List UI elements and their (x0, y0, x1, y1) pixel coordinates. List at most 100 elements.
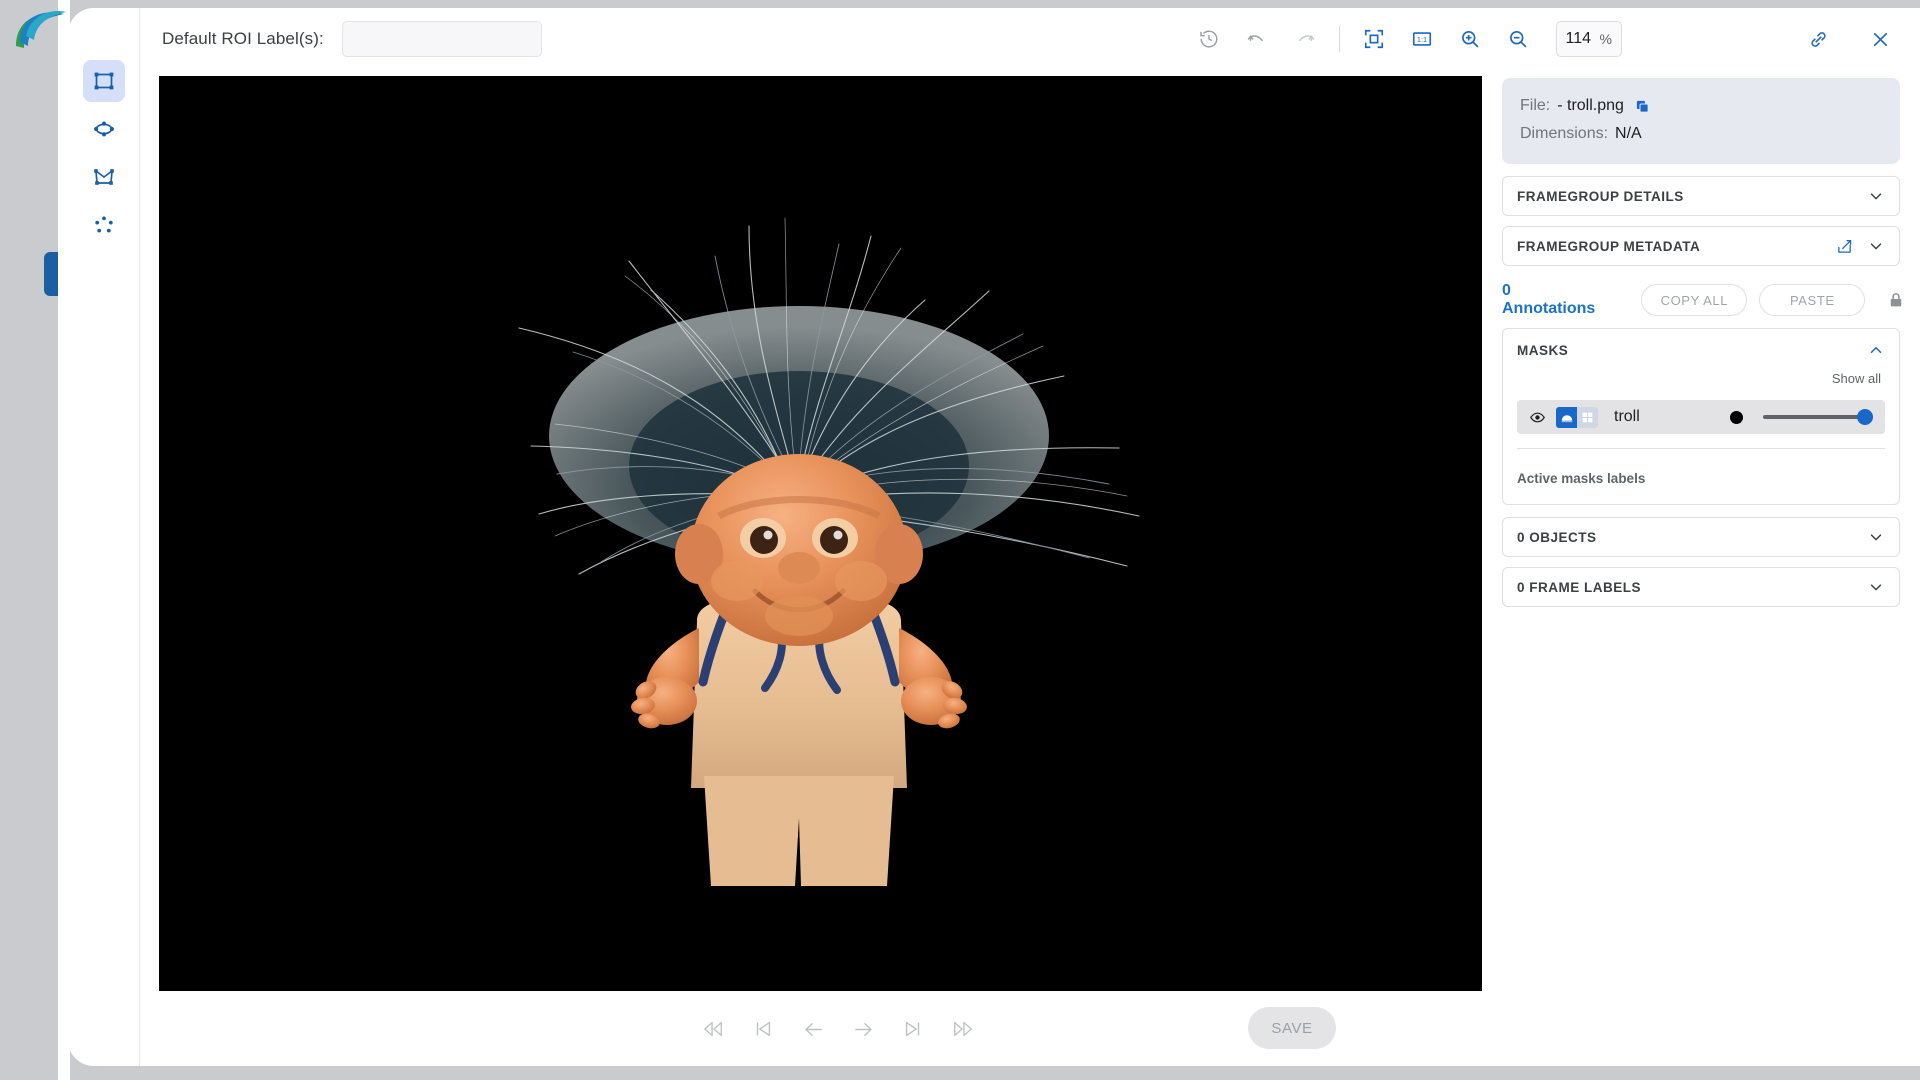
undo-button[interactable] (1239, 21, 1275, 57)
mask-name: troll (1614, 408, 1640, 425)
fit-to-screen-button[interactable] (1356, 21, 1392, 57)
polygon-icon (92, 165, 116, 189)
polygon-tool[interactable] (83, 156, 125, 198)
redo-icon (1294, 28, 1316, 50)
copy-link-button[interactable] (1800, 21, 1836, 57)
mask-visibility-eye-icon[interactable] (1529, 409, 1546, 426)
accordion-title: 0 OBJECTS (1517, 529, 1597, 545)
accordion-frame-labels[interactable]: 0 FRAME LABELS (1502, 567, 1900, 607)
troll-doll-image (159, 76, 1493, 991)
annotations-count: 0 Annotations (1502, 282, 1596, 317)
link-icon (1808, 29, 1829, 50)
keypoints-icon (92, 213, 116, 237)
mask-color-swatch[interactable] (1730, 410, 1743, 424)
file-label: File: (1520, 97, 1551, 114)
close-icon (1870, 29, 1891, 50)
mask-opacity-slider[interactable] (1763, 409, 1873, 425)
mask-row[interactable]: troll (1517, 400, 1885, 434)
accordion-objects[interactable]: 0 OBJECTS (1502, 517, 1900, 557)
dimensions-label: Dimensions: (1520, 125, 1609, 142)
copy-icon[interactable] (1635, 99, 1650, 114)
zoom-percent-sign: % (1599, 31, 1612, 47)
one-to-one-icon: 1:1 (1411, 28, 1433, 50)
skip-to-end-icon (902, 1018, 924, 1040)
zoom-level-input[interactable] (1557, 30, 1600, 48)
chevron-up-icon (1867, 341, 1885, 359)
window-actions (1794, 8, 1904, 70)
annotation-editor-modal: Default ROI Label(s): 1:1 114 % SAVE Fil… (68, 8, 1920, 1066)
annotations-toolbar: 0 Annotations COPY ALL PASTE (1502, 276, 1902, 324)
dimensions-value: N/A (1615, 125, 1642, 142)
mask-render-mode-group (1556, 406, 1598, 428)
masks-panel-header[interactable]: MASKS (1517, 341, 1885, 359)
close-button[interactable] (1862, 21, 1898, 57)
chevron-down-icon (1867, 237, 1885, 255)
svg-text:1:1: 1:1 (1417, 35, 1427, 44)
active-masks-labels: Active masks labels (1517, 471, 1646, 486)
toolbar-divider (1339, 26, 1340, 52)
chevron-down-icon (1867, 578, 1885, 596)
app-logo-icon (16, 11, 66, 48)
file-name-value: - troll.png (1557, 97, 1624, 114)
paste-button[interactable]: PASTE (1759, 284, 1866, 316)
accordion-title: FRAMEGROUP METADATA (1517, 238, 1701, 254)
zoom-out-button[interactable] (1500, 21, 1536, 57)
redo-button[interactable] (1287, 21, 1323, 57)
previous-frame-button[interactable] (798, 1014, 828, 1044)
masks-panel: MASKS Show all troll Active masks labels (1502, 328, 1900, 505)
chevron-down-icon (1867, 528, 1885, 546)
ellipse-icon (92, 117, 116, 141)
file-name-row: File: - troll.png (1520, 92, 1882, 120)
actual-size-button[interactable]: 1:1 (1404, 21, 1440, 57)
fast-forward-icon (952, 1018, 974, 1040)
zoom-in-icon (1459, 28, 1481, 50)
arrow-right-icon (852, 1018, 875, 1041)
undo-icon (1246, 28, 1268, 50)
roi-label-input[interactable] (341, 21, 542, 57)
accordion-framegroup-metadata[interactable]: FRAMEGROUP METADATA (1502, 226, 1900, 266)
dimensions-row: Dimensions: N/A (1520, 120, 1882, 148)
rewind-button[interactable] (698, 1014, 728, 1044)
history-icon (1198, 28, 1220, 50)
keypoints-tool[interactable] (83, 204, 125, 246)
canvas-tool-group: 1:1 114 % (1185, 8, 1622, 70)
file-info-card: File: - troll.png Dimensions: N/A (1502, 78, 1900, 164)
copy-all-button[interactable]: COPY ALL (1641, 284, 1748, 316)
frame-nav-group (698, 1014, 978, 1044)
slider-thumb[interactable] (1857, 409, 1873, 425)
show-all-link[interactable]: Show all (1517, 371, 1881, 386)
mask-fill-icon[interactable] (1556, 406, 1577, 428)
masks-divider (1517, 448, 1885, 449)
fit-to-screen-icon (1363, 28, 1385, 50)
zoom-in-button[interactable] (1452, 21, 1488, 57)
lock-icon[interactable] (1887, 291, 1905, 309)
left-drawer-handle[interactable] (44, 252, 58, 296)
next-frame-button[interactable] (848, 1014, 878, 1044)
accordion-title: 0 FRAME LABELS (1517, 579, 1642, 595)
zoom-out-icon (1507, 28, 1529, 50)
chevron-down-icon (1867, 187, 1885, 205)
roi-label-caption: Default ROI Label(s): (162, 29, 324, 48)
rewind-icon (702, 1018, 724, 1040)
image-canvas[interactable] (159, 76, 1493, 991)
bounding-box-tool[interactable] (82, 60, 125, 102)
edit-icon[interactable] (1836, 238, 1853, 255)
skip-to-start-icon (752, 1018, 774, 1040)
zoom-level-control[interactable]: % (1556, 21, 1622, 57)
accordion-title: FRAMEGROUP DETAILS (1517, 188, 1684, 204)
fast-forward-button[interactable] (948, 1014, 978, 1044)
accordion-framegroup-details[interactable]: FRAMEGROUP DETAILS (1502, 176, 1900, 216)
last-frame-button[interactable] (898, 1014, 928, 1044)
tool-rail (68, 8, 140, 1066)
top-toolbar: Default ROI Label(s): 1:1 114 % (140, 8, 1920, 70)
arrow-left-icon (802, 1018, 825, 1041)
ellipse-tool[interactable] (83, 108, 125, 150)
history-button[interactable] (1191, 21, 1227, 57)
masks-title: MASKS (1517, 342, 1569, 358)
mask-pattern-icon[interactable] (1577, 406, 1598, 428)
bounding-box-icon (92, 69, 116, 93)
first-frame-button[interactable] (748, 1014, 778, 1044)
details-side-panel: File: - troll.png Dimensions: N/A FRAMEG… (1482, 70, 1920, 1066)
frame-navigation-bar: SAVE (140, 992, 1536, 1066)
save-button[interactable]: SAVE (1248, 1007, 1336, 1049)
